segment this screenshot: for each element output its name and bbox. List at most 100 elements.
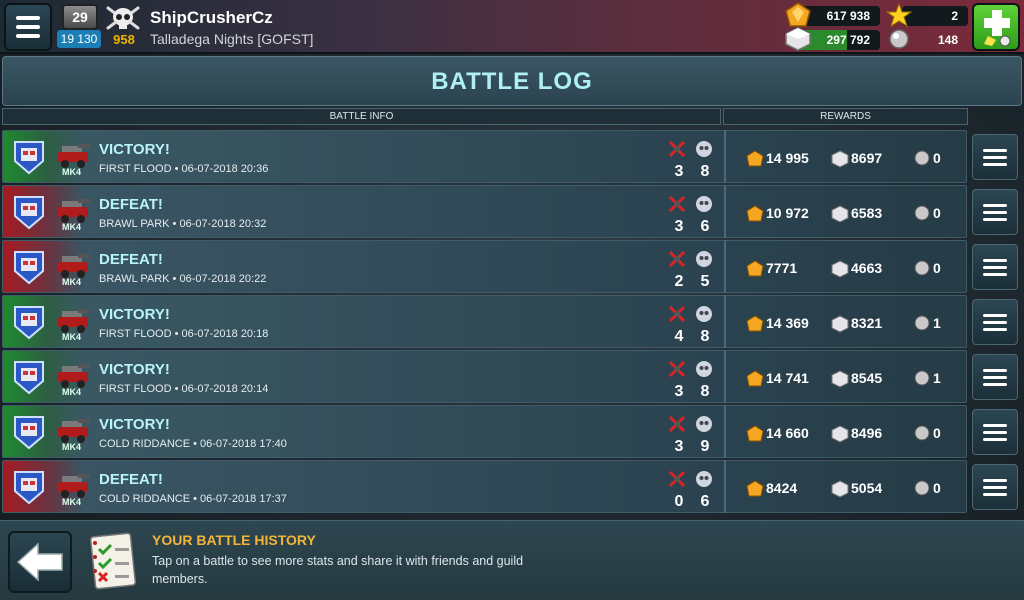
crystal-icon — [785, 27, 811, 51]
reward-crystals: 6583 — [851, 205, 883, 221]
battle-row[interactable]: MK4 DEFEAT! BRAWL PARK • 06-07-2018 20:2… — [2, 240, 1022, 293]
battle-row[interactable]: MK4 VICTORY! FIRST FLOOD • 06-07-2018 20… — [2, 350, 1022, 403]
battle-row-menu-button[interactable] — [972, 244, 1018, 290]
menu-icon — [983, 203, 1007, 207]
car-icon — [58, 474, 90, 498]
deaths-count: 9 — [700, 438, 710, 455]
reward-pearls: 1 — [933, 315, 941, 331]
crossed-sword-icon — [668, 195, 686, 213]
player-team[interactable]: Talladega Nights [GOFST] — [150, 31, 313, 47]
battle-row-menu-button[interactable] — [972, 299, 1018, 345]
battle-list[interactable]: MK4 VICTORY! FIRST FLOOD • 06-07-2018 20… — [2, 130, 1022, 518]
reward-gold: 10 972 — [766, 205, 809, 221]
kills-count: 3 — [674, 383, 684, 400]
menu-icon — [983, 368, 1007, 372]
battle-result: DEFEAT! — [99, 251, 163, 268]
pearl-icon — [914, 370, 930, 386]
car-icon — [58, 364, 90, 388]
deaths-count: 6 — [700, 218, 710, 235]
gold-gem-icon — [746, 260, 764, 277]
battle-log-header: BATTLE LOG — [2, 56, 1022, 106]
pearl-icon — [889, 29, 909, 49]
pearl-icon — [914, 260, 930, 276]
pearl-icon — [914, 205, 930, 221]
battle-row-menu-button[interactable] — [972, 409, 1018, 455]
battle-row-menu-button[interactable] — [972, 354, 1018, 400]
battle-result: VICTORY! — [99, 306, 170, 323]
car-icon — [58, 144, 90, 168]
crossed-sword-icon — [668, 305, 686, 323]
deaths-count: 5 — [700, 273, 710, 290]
reward-gold: 14 660 — [766, 425, 809, 441]
gold-gem-icon — [746, 205, 764, 222]
shield-icon — [14, 361, 44, 395]
pearl-icon — [914, 315, 930, 331]
mk-level: MK4 — [62, 277, 82, 287]
battle-details: BRAWL PARK • 06-07-2018 20:22 — [99, 273, 267, 285]
back-button[interactable] — [8, 531, 72, 593]
deaths-count: 8 — [700, 383, 710, 400]
main-menu-button[interactable] — [4, 3, 52, 51]
mk-level: MK4 — [62, 442, 82, 452]
crossed-sword-icon — [668, 470, 686, 488]
battle-row[interactable]: MK4 DEFEAT! COLD RIDDANCE • 06-07-2018 1… — [2, 460, 1022, 513]
reward-gold: 14 995 — [766, 150, 809, 166]
pearl-icon — [914, 480, 930, 496]
checklist-icon — [89, 532, 137, 590]
crossed-sword-icon — [668, 415, 686, 433]
reward-gold: 7771 — [766, 260, 798, 276]
battle-row-menu-button[interactable] — [972, 464, 1018, 510]
crystal-icon — [831, 480, 849, 498]
skull-kill-icon — [696, 361, 712, 377]
car-icon — [58, 309, 90, 333]
crystal-icon — [831, 150, 849, 168]
battle-details: COLD RIDDANCE • 06-07-2018 17:37 — [99, 493, 287, 505]
gold-gem-icon — [746, 425, 764, 442]
mk-level: MK4 — [62, 332, 82, 342]
back-arrow-icon — [16, 542, 63, 582]
shield-icon — [14, 306, 44, 340]
skull-kill-icon — [696, 141, 712, 157]
shop-plus-button[interactable] — [972, 3, 1020, 51]
battle-details: FIRST FLOOD • 06-07-2018 20:18 — [99, 328, 269, 340]
shield-icon — [14, 416, 44, 450]
pearl-icon — [914, 150, 930, 166]
reward-crystals: 4663 — [851, 260, 883, 276]
battle-row[interactable]: MK4 VICTORY! FIRST FLOOD • 06-07-2018 20… — [2, 130, 1022, 183]
skull-count: 958 — [113, 32, 135, 47]
footer-panel: YOUR BATTLE HISTORY Tap on a battle to s… — [0, 520, 1024, 600]
battle-result: DEFEAT! — [99, 196, 163, 213]
battle-row[interactable]: MK4 VICTORY! FIRST FLOOD • 06-07-2018 20… — [2, 295, 1022, 348]
kills-count: 3 — [674, 218, 684, 235]
gold-gem-icon — [746, 480, 764, 497]
menu-icon — [983, 258, 1007, 262]
crystal-icon — [831, 205, 849, 223]
gold-gem-icon — [746, 150, 764, 167]
kills-count: 3 — [674, 438, 684, 455]
reward-crystals: 8697 — [851, 150, 883, 166]
menu-icon — [983, 313, 1007, 317]
skull-kill-icon — [696, 306, 712, 322]
deaths-count: 8 — [700, 163, 710, 180]
deaths-count: 8 — [700, 328, 710, 345]
column-header-rewards: REWARDS — [723, 108, 968, 125]
battle-row[interactable]: MK4 DEFEAT! BRAWL PARK • 06-07-2018 20:3… — [2, 185, 1022, 238]
battle-details: FIRST FLOOD • 06-07-2018 20:36 — [99, 163, 269, 175]
player-name[interactable]: ShipCrusherCz — [150, 8, 273, 28]
reward-pearls: 0 — [933, 260, 941, 276]
star-icon — [886, 3, 912, 27]
player-xp: 19 130 — [57, 30, 101, 48]
kills-count: 4 — [674, 328, 684, 345]
reward-crystals: 8496 — [851, 425, 883, 441]
menu-icon — [983, 423, 1007, 427]
reward-gold: 8424 — [766, 480, 798, 496]
battle-row-menu-button[interactable] — [972, 189, 1018, 235]
menu-icon — [983, 148, 1007, 152]
crystal-icon — [831, 260, 849, 278]
battle-row-menu-button[interactable] — [972, 134, 1018, 180]
battle-row[interactable]: MK4 VICTORY! COLD RIDDANCE • 06-07-2018 … — [2, 405, 1022, 458]
gold-gem-icon — [785, 2, 811, 27]
mk-level: MK4 — [62, 167, 82, 177]
crossed-sword-icon — [668, 360, 686, 378]
crystal-icon — [831, 315, 849, 333]
